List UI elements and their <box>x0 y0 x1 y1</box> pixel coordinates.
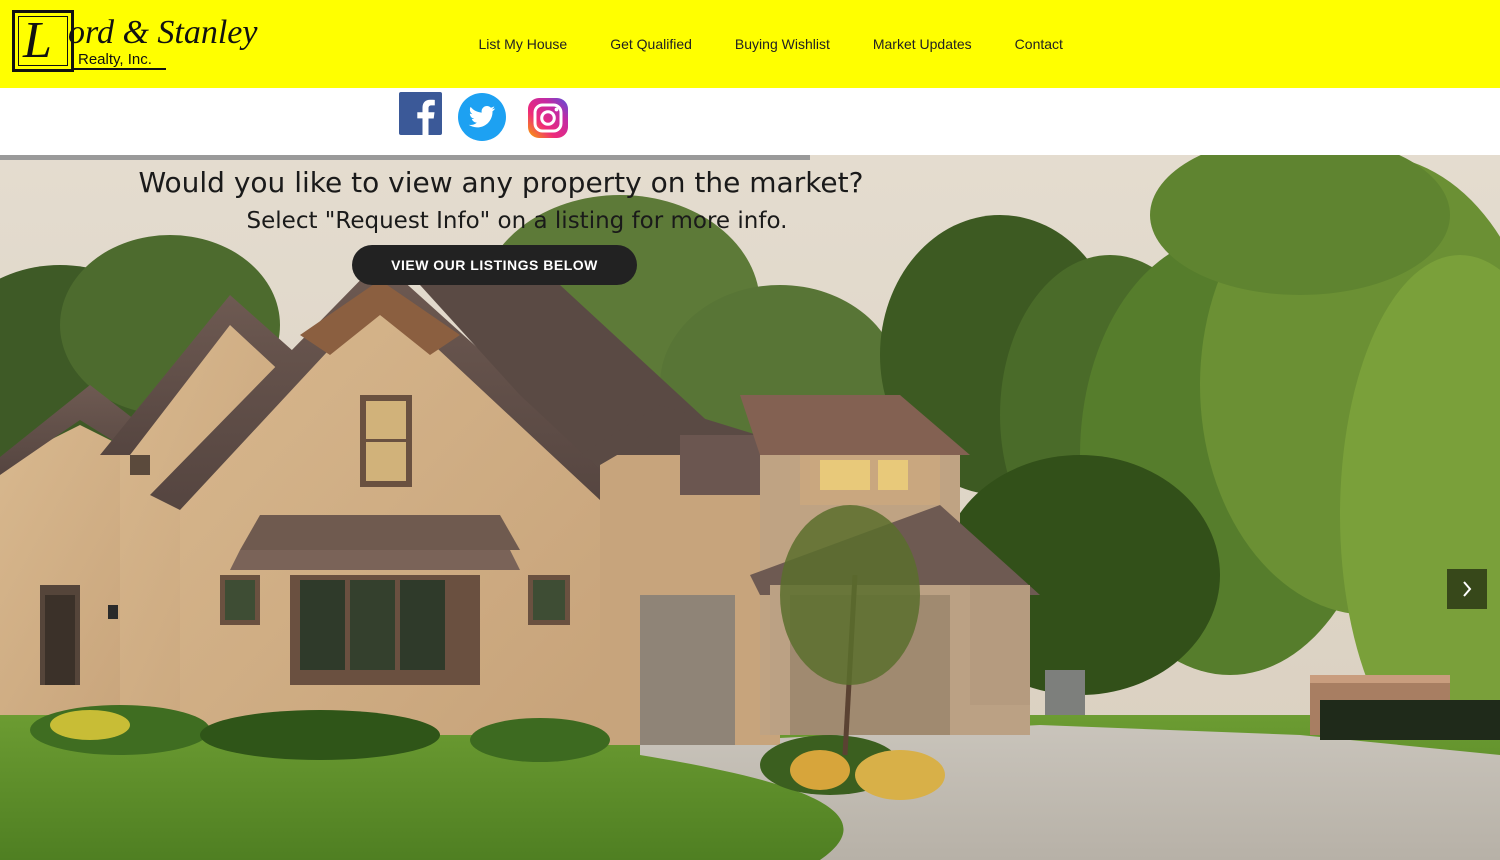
logo-monogram-box: L <box>12 10 74 72</box>
nav-market-updates[interactable]: Market Updates <box>851 34 993 54</box>
hero-house-photo <box>0 155 1500 860</box>
hero-subtitle: Select "Request Info" on a listing for m… <box>246 208 788 234</box>
chevron-right-icon <box>1463 581 1472 597</box>
nav-buying-wishlist[interactable]: Buying Wishlist <box>713 34 851 54</box>
logo-underline <box>74 68 166 70</box>
company-logo[interactable]: L ord & Stanley Realty, Inc. <box>12 10 262 74</box>
nav-get-qualified[interactable]: Get Qualified <box>589 34 714 54</box>
twitter-icon[interactable] <box>457 92 507 142</box>
slider-next-button[interactable] <box>1447 569 1487 609</box>
hero-title: Would you like to view any property on t… <box>138 166 864 199</box>
logo-name: ord & Stanley <box>68 14 258 51</box>
site-header: L ord & Stanley Realty, Inc. List My Hou… <box>0 0 1500 88</box>
slide-progress-bar <box>0 155 810 160</box>
logo-subtitle: Realty, Inc. <box>78 51 152 68</box>
hero-slider: Would you like to view any property on t… <box>0 155 1500 860</box>
social-bar <box>0 88 1500 155</box>
main-nav: List My House Get Qualified Buying Wishl… <box>457 34 1084 54</box>
facebook-icon[interactable] <box>399 92 442 135</box>
instagram-icon[interactable] <box>526 96 570 140</box>
nav-contact[interactable]: Contact <box>993 34 1084 54</box>
nav-list-my-house[interactable]: List My House <box>457 34 589 54</box>
view-listings-button[interactable]: VIEW OUR LISTINGS BELOW <box>352 245 637 285</box>
logo-letter: L <box>23 12 52 69</box>
